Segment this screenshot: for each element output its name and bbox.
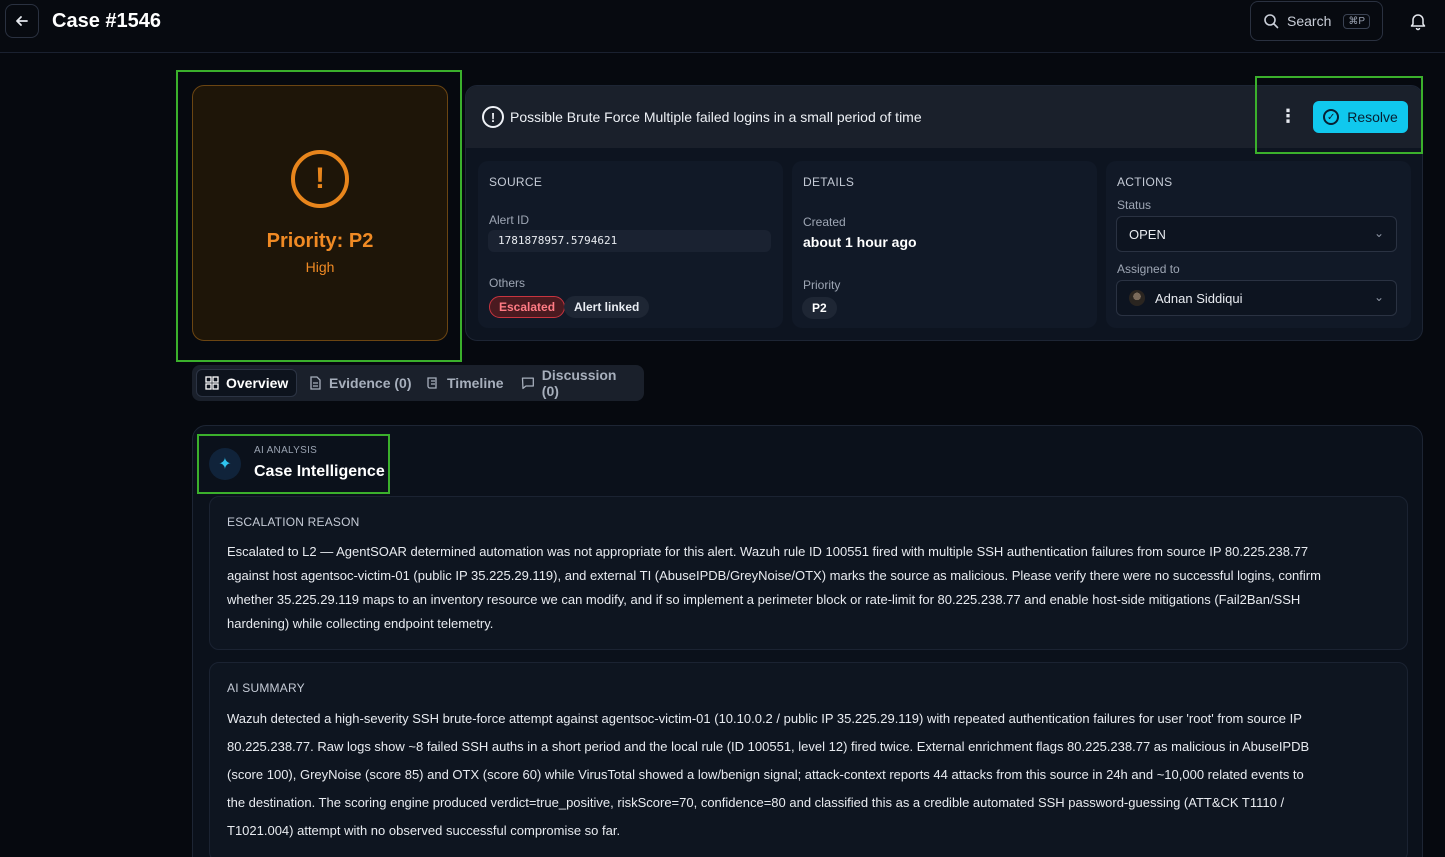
priority-card: ! Priority: P2 High [192, 85, 448, 341]
arrow-left-icon [16, 16, 28, 26]
alert-headline: Possible Brute Force Multiple failed log… [510, 109, 922, 125]
alert-headline-row: ! Possible Brute Force Multiple failed l… [482, 106, 922, 128]
source-heading: SOURCE [489, 175, 543, 189]
search-shortcut: ⌘P [1343, 13, 1371, 29]
search-button[interactable]: Search ⌘P [1250, 1, 1383, 41]
text-line: (score 100), GreyNoise (score 85) and OT… [227, 767, 1304, 782]
sparkles-icon: ✦ [209, 448, 241, 480]
created-value: about 1 hour ago [803, 234, 917, 250]
chevron-down-icon: ⌄ [1373, 226, 1384, 240]
priority-level: High [305, 259, 335, 275]
alert-header: ! Possible Brute Force Multiple failed l… [466, 86, 1422, 148]
assigned-label: Assigned to [1117, 262, 1180, 276]
text-line: Wazuh detected a high-severity SSH brute… [227, 711, 1302, 726]
chat-icon [521, 377, 534, 390]
status-value: OPEN [1129, 226, 1166, 242]
status-label: Status [1117, 198, 1152, 212]
priority-chip: P2 [802, 297, 837, 319]
alert-id-label: Alert ID [489, 213, 530, 227]
case-intelligence-title: Case Intelligence [254, 463, 385, 480]
search-icon [1264, 14, 1279, 29]
text-line: 80.225.238.77. Raw logs show ~8 failed S… [227, 739, 1310, 754]
priority-label: Priority [803, 278, 841, 292]
tab-label: Overview [226, 375, 289, 391]
alert-id-value: 1781878957.5794621 [488, 230, 771, 252]
alert-panel: ! Possible Brute Force Multiple failed l… [465, 85, 1423, 341]
document-icon [310, 376, 321, 390]
details-card: DETAILS Created about 1 hour ago Priorit… [792, 161, 1097, 328]
tab-timeline[interactable]: Timeline [418, 369, 512, 397]
created-label: Created [803, 215, 846, 229]
scroll-icon [427, 377, 437, 389]
assignee-select[interactable]: Adnan Siddiqui ⌄ [1116, 280, 1397, 316]
assignee-value: Adnan Siddiqui [1155, 290, 1243, 306]
summary-text: Wazuh detected a high-severity SSH brute… [227, 705, 1392, 845]
actions-card: ACTIONS Status OPEN ⌄ Assigned to Adnan … [1106, 161, 1411, 328]
tab-evidence[interactable]: Evidence (0) [300, 369, 419, 397]
resolve-button[interactable]: ✓ Resolve [1313, 101, 1408, 133]
avatar [1129, 290, 1145, 306]
escalated-badge: Escalated [489, 296, 566, 318]
top-bar: Case #1546 Search ⌘P [0, 0, 1445, 53]
actions-heading: ACTIONS [1117, 175, 1173, 189]
resolve-label: Resolve [1347, 109, 1398, 125]
text-line: hardening) while collecting endpoint tel… [227, 616, 494, 631]
info-icon: ! [482, 106, 504, 128]
tab-label: Discussion (0) [541, 367, 617, 399]
text-line: against host agentsoc-victim-01 (public … [227, 568, 1321, 583]
others-label: Others [489, 276, 526, 290]
tab-overview[interactable]: Overview [196, 369, 298, 397]
page-title: Case #1546 [52, 10, 161, 32]
back-button[interactable] [5, 4, 39, 38]
tab-label: Evidence (0) [329, 375, 412, 391]
bell-icon[interactable] [1408, 11, 1428, 31]
escalation-text: Escalated to L2 — AgentSOAR determined a… [227, 540, 1392, 636]
check-circle-icon: ✓ [1323, 109, 1340, 125]
alert-linked-badge: Alert linked [564, 296, 650, 318]
ai-analysis-kicker: AI ANALYSIS [254, 445, 318, 456]
case-intelligence-panel: ✦ AI ANALYSIS Case Intelligence ESCALATI… [192, 425, 1423, 857]
ai-summary-block: AI SUMMARY Wazuh detected a high-severit… [209, 662, 1408, 857]
chevron-down-icon: ⌄ [1373, 290, 1384, 304]
status-select[interactable]: OPEN ⌄ [1116, 216, 1397, 252]
search-label: Search [1287, 13, 1332, 29]
tab-bar: Overview Evidence (0) Timeline Discussio… [192, 365, 644, 401]
summary-heading: AI SUMMARY [227, 681, 305, 695]
tab-discussion[interactable]: Discussion (0) [513, 367, 644, 399]
escalation-heading: ESCALATION REASON [227, 515, 360, 529]
text-line: T1021.004) attempt with no observed succ… [227, 823, 621, 838]
details-heading: DETAILS [803, 175, 855, 189]
escalation-reason-block: ESCALATION REASON Escalated to L2 — Agen… [209, 496, 1408, 650]
text-line: the destination. The scoring engine prod… [227, 795, 1285, 810]
tab-label: Timeline [447, 375, 504, 391]
alert-circle-icon: ! [291, 150, 349, 208]
grid-icon [205, 376, 219, 390]
more-options-icon[interactable]: ⋮ [1278, 106, 1298, 126]
text-line: whether 35.225.29.119 maps to an invento… [227, 592, 1301, 607]
priority-title: Priority: P2 [266, 230, 374, 252]
source-card: SOURCE Alert ID 1781878957.5794621 Other… [478, 161, 783, 328]
text-line: Escalated to L2 — AgentSOAR determined a… [227, 544, 1309, 559]
